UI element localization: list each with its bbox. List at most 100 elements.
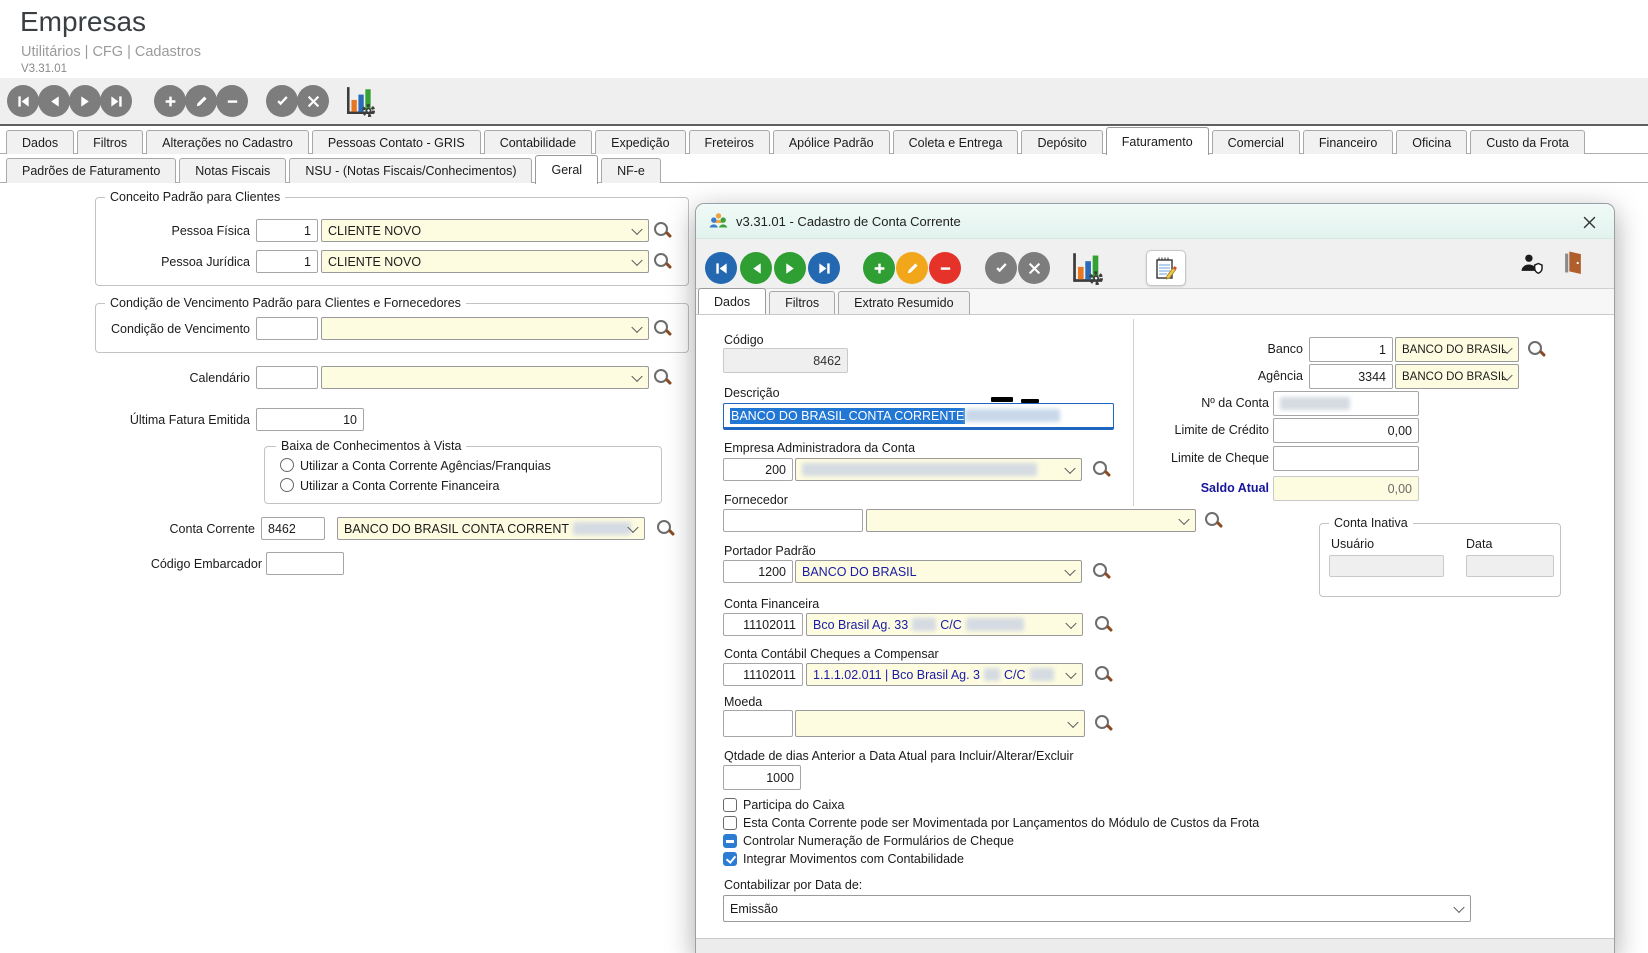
tab-faturamento-active[interactable]: Faturamento bbox=[1106, 127, 1209, 155]
codigo-embarcador-input[interactable] bbox=[266, 552, 344, 575]
descricao-input[interactable]: BANCO DO BRASIL CONTA CORRENTE bbox=[723, 403, 1114, 430]
modal-close-button[interactable] bbox=[1576, 210, 1602, 234]
chevron-down-icon[interactable] bbox=[631, 254, 642, 265]
chevron-down-icon[interactable] bbox=[1064, 462, 1075, 473]
limite-cheque-input[interactable] bbox=[1273, 446, 1419, 471]
conta-corrente-search-icon[interactable] bbox=[656, 519, 675, 538]
tab-contabilidade[interactable]: Contabilidade bbox=[484, 130, 592, 154]
user-permissions-button[interactable] bbox=[1519, 253, 1543, 279]
chevron-down-icon[interactable] bbox=[1065, 667, 1076, 678]
banco-code-input[interactable]: 1 bbox=[1309, 337, 1393, 362]
modal-tab-extrato-resumido[interactable]: Extrato Resumido bbox=[838, 291, 969, 314]
contabilizar-dropdown[interactable]: Emissão bbox=[723, 895, 1471, 922]
conta-corrente-code-input[interactable]: 8462 bbox=[261, 517, 325, 540]
pessoa-juridica-code-input[interactable]: 1 bbox=[256, 250, 318, 273]
tab-expedicao[interactable]: Expedição bbox=[595, 130, 685, 154]
tab-comercial[interactable]: Comercial bbox=[1212, 130, 1300, 154]
calendario-search-icon[interactable] bbox=[653, 368, 672, 387]
first-record-button[interactable] bbox=[705, 252, 737, 284]
last-record-button[interactable] bbox=[808, 252, 840, 284]
chevron-down-icon[interactable] bbox=[1065, 617, 1076, 628]
condicao-vencimento-combobox[interactable] bbox=[321, 317, 649, 340]
checkbox-controlar-numeracao[interactable] bbox=[723, 834, 737, 848]
conta-financeira-search-icon[interactable] bbox=[1094, 615, 1113, 634]
confirm-button[interactable] bbox=[266, 85, 298, 117]
tab-pessoas-contato-gris[interactable]: Pessoas Contato - GRIS bbox=[312, 130, 481, 154]
previous-record-button[interactable] bbox=[740, 252, 772, 284]
fornecedor-code-input[interactable] bbox=[723, 509, 863, 532]
fornecedor-combobox[interactable] bbox=[866, 509, 1196, 532]
pessoa-fisica-combobox[interactable]: CLIENTE NOVO bbox=[321, 219, 649, 242]
first-record-button[interactable] bbox=[7, 85, 39, 117]
chevron-down-icon[interactable] bbox=[1064, 564, 1075, 575]
cancel-button[interactable] bbox=[1018, 252, 1050, 284]
add-button[interactable] bbox=[863, 252, 895, 284]
radio-conta-financeira[interactable] bbox=[280, 478, 294, 492]
chevron-down-icon[interactable] bbox=[1178, 513, 1189, 524]
tab-freteiros[interactable]: Freteiros bbox=[689, 130, 770, 154]
modal-title-bar[interactable]: v3.31.01 - Cadastro de Conta Corrente bbox=[696, 204, 1614, 239]
chevron-down-icon[interactable] bbox=[631, 223, 642, 234]
chart-settings-button[interactable] bbox=[1070, 251, 1104, 285]
moeda-code-input[interactable] bbox=[723, 710, 793, 737]
agencia-code-input[interactable]: 3344 bbox=[1309, 364, 1393, 389]
modal-tab-filtros[interactable]: Filtros bbox=[769, 291, 835, 314]
moeda-search-icon[interactable] bbox=[1094, 714, 1113, 733]
delete-button[interactable] bbox=[216, 85, 248, 117]
conta-contabil-combobox[interactable]: 1.1.1.02.011 | Bco Brasil Ag. 3C/C bbox=[806, 663, 1083, 686]
portador-combobox[interactable]: BANCO DO BRASIL bbox=[795, 560, 1082, 583]
tab-dados[interactable]: Dados bbox=[6, 130, 74, 154]
tab-nfe[interactable]: NF-e bbox=[601, 158, 661, 183]
condicao-vencimento-search-icon[interactable] bbox=[653, 319, 672, 338]
notes-button[interactable] bbox=[1146, 250, 1186, 286]
last-record-button[interactable] bbox=[100, 85, 132, 117]
edit-button[interactable] bbox=[896, 252, 928, 284]
tab-alteracoes-no-cadastro[interactable]: Alterações no Cadastro bbox=[146, 130, 309, 154]
condicao-vencimento-code-input[interactable] bbox=[256, 317, 318, 340]
pessoa-fisica-code-input[interactable]: 1 bbox=[256, 219, 318, 242]
banco-combobox[interactable]: BANCO DO BRASIL bbox=[1395, 337, 1519, 362]
checkbox-integrar-contabilidade[interactable] bbox=[723, 852, 737, 866]
chevron-down-icon[interactable] bbox=[1453, 901, 1464, 912]
pessoa-juridica-combobox[interactable]: CLIENTE NOVO bbox=[321, 250, 649, 273]
previous-record-button[interactable] bbox=[38, 85, 70, 117]
tab-oficina[interactable]: Oficina bbox=[1396, 130, 1467, 154]
chart-settings-button[interactable] bbox=[344, 85, 376, 117]
checkbox-custos-frota[interactable] bbox=[723, 816, 737, 830]
tab-filtros[interactable]: Filtros bbox=[77, 130, 143, 154]
limite-credito-input[interactable]: 0,00 bbox=[1273, 418, 1419, 443]
edit-button[interactable] bbox=[185, 85, 217, 117]
portador-code-input[interactable]: 1200 bbox=[723, 560, 793, 583]
conta-contabil-code-input[interactable]: 11102011 bbox=[723, 663, 803, 686]
conta-financeira-combobox[interactable]: Bco Brasil Ag. 33C/C bbox=[806, 613, 1083, 636]
portador-search-icon[interactable] bbox=[1092, 562, 1111, 581]
tab-apolice-padrao[interactable]: Apólice Padrão bbox=[773, 130, 890, 154]
tab-geral-active[interactable]: Geral bbox=[535, 155, 598, 184]
checkbox-participa-caixa[interactable] bbox=[723, 798, 737, 812]
ultima-fatura-input[interactable]: 10 bbox=[256, 408, 364, 431]
next-record-button[interactable] bbox=[774, 252, 806, 284]
tab-financeiro[interactable]: Financeiro bbox=[1303, 130, 1393, 154]
conta-corrente-combobox[interactable]: BANCO DO BRASIL CONTA CORRENT bbox=[337, 517, 645, 540]
calendario-combobox[interactable] bbox=[321, 366, 649, 389]
fornecedor-search-icon[interactable] bbox=[1204, 511, 1223, 530]
pessoa-fisica-search-icon[interactable] bbox=[653, 221, 672, 240]
confirm-button[interactable] bbox=[985, 252, 1017, 284]
banco-search-icon[interactable] bbox=[1527, 340, 1546, 359]
tab-coleta-e-entrega[interactable]: Coleta e Entrega bbox=[893, 130, 1019, 154]
calendario-code-input[interactable] bbox=[256, 366, 318, 389]
moeda-combobox[interactable] bbox=[795, 710, 1085, 737]
tab-padroes-de-faturamento[interactable]: Padrões de Faturamento bbox=[6, 158, 176, 183]
tab-deposito[interactable]: Depósito bbox=[1021, 130, 1102, 154]
tab-custo-da-frota[interactable]: Custo da Frota bbox=[1470, 130, 1585, 154]
qtdade-dias-input[interactable]: 1000 bbox=[723, 765, 801, 790]
delete-button[interactable] bbox=[929, 252, 961, 284]
conta-financeira-code-input[interactable]: 11102011 bbox=[723, 613, 803, 636]
num-conta-input[interactable] bbox=[1273, 391, 1419, 416]
tab-nsu[interactable]: NSU - (Notas Fiscais/Conhecimentos) bbox=[289, 158, 532, 183]
add-button[interactable] bbox=[154, 85, 186, 117]
modal-tab-dados-active[interactable]: Dados bbox=[698, 288, 766, 314]
empresa-combobox[interactable] bbox=[795, 458, 1082, 481]
tab-notas-fiscais[interactable]: Notas Fiscais bbox=[179, 158, 286, 183]
chevron-down-icon[interactable] bbox=[631, 370, 642, 381]
